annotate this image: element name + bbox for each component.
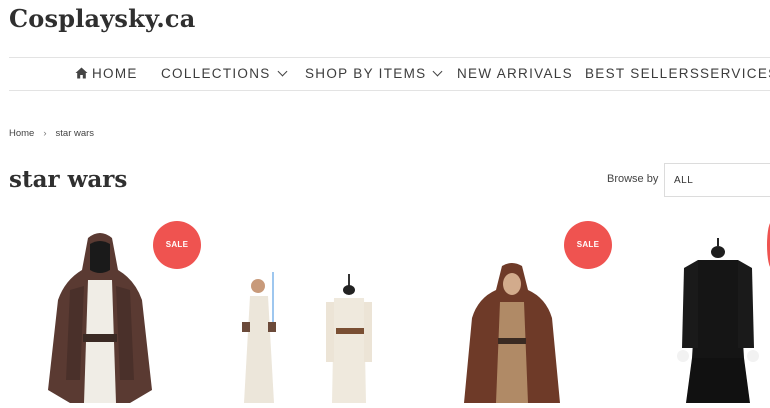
nav-item-shop-by-items[interactable]: SHOP BY ITEMS: [305, 66, 443, 81]
home-icon: [75, 67, 88, 79]
product-card[interactable]: [40, 230, 160, 403]
product-card[interactable]: [228, 272, 388, 403]
sale-badge: SALE: [564, 221, 612, 269]
product-card[interactable]: [462, 262, 562, 403]
site-logo[interactable]: Cosplaysky.ca: [9, 4, 195, 33]
page-title: star wars: [9, 166, 128, 193]
sale-badge: SALE: [153, 221, 201, 269]
chevron-down-icon: [277, 66, 288, 77]
product-image[interactable]: [670, 238, 770, 403]
product-card[interactable]: [670, 238, 770, 403]
nav-label-home: HOME: [92, 66, 138, 81]
breadcrumb-separator: ›: [43, 128, 47, 139]
product-image[interactable]: [228, 272, 388, 403]
product-image[interactable]: [462, 262, 562, 403]
browse-by-select[interactable]: ALL: [664, 163, 770, 197]
nav-label-shop-by-items: SHOP BY ITEMS: [305, 66, 427, 81]
main-nav: HOME COLLECTIONS SHOP BY ITEMS NEW ARRIV…: [9, 57, 770, 91]
breadcrumb-home-link[interactable]: Home: [9, 128, 34, 139]
nav-item-home[interactable]: HOME: [75, 66, 138, 81]
nav-label-collections: COLLECTIONS: [161, 66, 271, 81]
breadcrumb-current: star wars: [55, 128, 95, 139]
nav-item-collections[interactable]: COLLECTIONS: [161, 66, 288, 81]
product-image[interactable]: [40, 230, 160, 403]
chevron-down-icon: [432, 66, 443, 77]
nav-item-new-arrivals[interactable]: NEW ARRIVALS: [457, 66, 573, 81]
breadcrumb: Home › star wars: [9, 128, 94, 139]
browse-by-label: Browse by: [607, 173, 659, 185]
nav-item-best-sellers[interactable]: BEST SELLERS: [585, 66, 700, 81]
nav-item-services[interactable]: SERVICES: [700, 66, 770, 81]
